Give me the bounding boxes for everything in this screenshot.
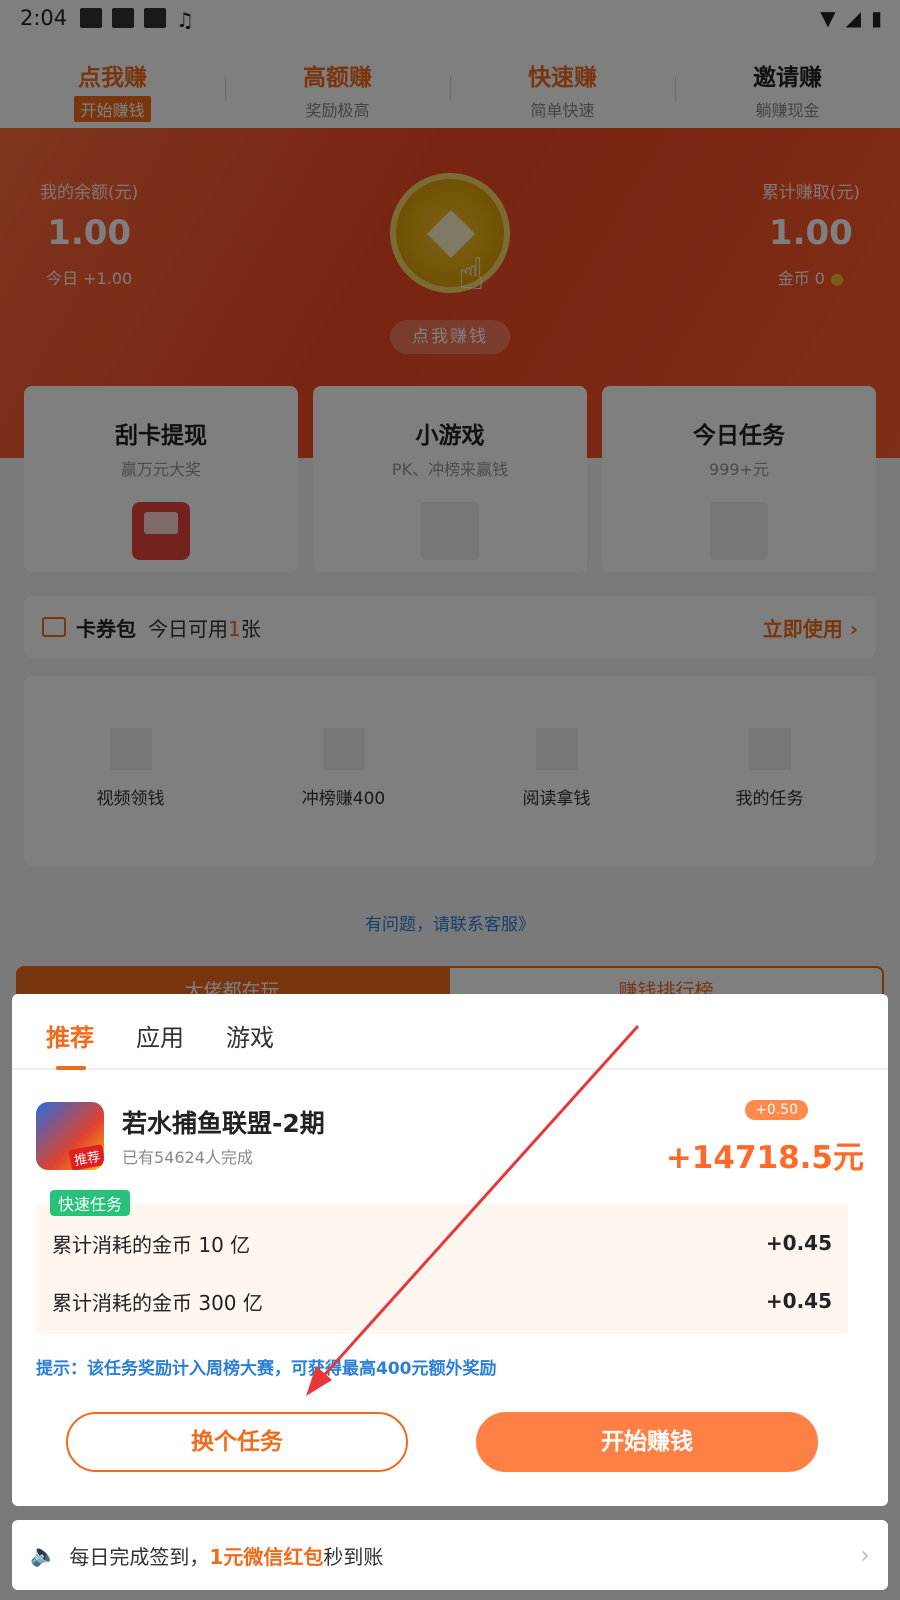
task-desc: 累计消耗的金币 10 亿 — [52, 1232, 251, 1257]
tab-recommended[interactable]: 推荐 — [46, 994, 94, 1070]
task-tip: 提示：该任务奖励计入周榜大赛，可获得最高400元额外奖励 — [36, 1359, 497, 1379]
completion-count: 已有54624人完成 — [122, 1148, 253, 1167]
task-value: +0.45 — [765, 1231, 832, 1255]
notice-text: 每日完成签到，1元微信红包秒到账 — [69, 1541, 383, 1570]
app-name: 若水捕鱼联盟-2期 — [122, 1109, 325, 1138]
task-desc: 累计消耗的金币 300 亿 — [52, 1290, 263, 1315]
chevron-right-icon: › — [860, 1541, 870, 1569]
change-task-button[interactable]: 换个任务 — [66, 1412, 408, 1472]
notice-pre: 每日完成签到， — [69, 1544, 210, 1569]
fishing-game-icon: 推荐 — [36, 1102, 104, 1170]
sign-in-notice[interactable]: 🔈 每日完成签到，1元微信红包秒到账 › — [12, 1520, 888, 1590]
quick-task-tag: 快速任务 — [50, 1190, 131, 1216]
tab-games[interactable]: 游戏 — [226, 994, 274, 1068]
task-step: 累计消耗的金币 10 亿 +0.45 — [36, 1214, 848, 1272]
notice-post: 秒到账 — [323, 1544, 384, 1569]
task-steps: 快速任务 累计消耗的金币 10 亿 +0.45 累计消耗的金币 300 亿 +0… — [36, 1190, 848, 1334]
reward-amount: +14718.5元 — [665, 1140, 864, 1176]
bonus-badge: +0.50 — [745, 1100, 808, 1120]
task-step: 累计消耗的金币 300 亿 +0.45 — [36, 1272, 848, 1330]
tab-apps[interactable]: 应用 — [136, 994, 184, 1068]
modal-tabs: 推荐 应用 游戏 — [12, 994, 888, 1070]
task-value: +0.45 — [765, 1289, 832, 1313]
task-modal: 推荐 应用 游戏 推荐 若水捕鱼联盟-2期 已有54624人完成 +0.50 +… — [12, 994, 888, 1506]
speaker-icon: 🔈 — [30, 1542, 58, 1568]
recommend-tag: 推荐 — [68, 1144, 104, 1170]
task-app-row[interactable]: 推荐 若水捕鱼联盟-2期 已有54624人完成 +0.50 +14718.5元 — [36, 1100, 864, 1176]
notice-highlight: 1元微信红包 — [209, 1544, 324, 1569]
start-earning-button[interactable]: 开始赚钱 — [476, 1412, 818, 1472]
